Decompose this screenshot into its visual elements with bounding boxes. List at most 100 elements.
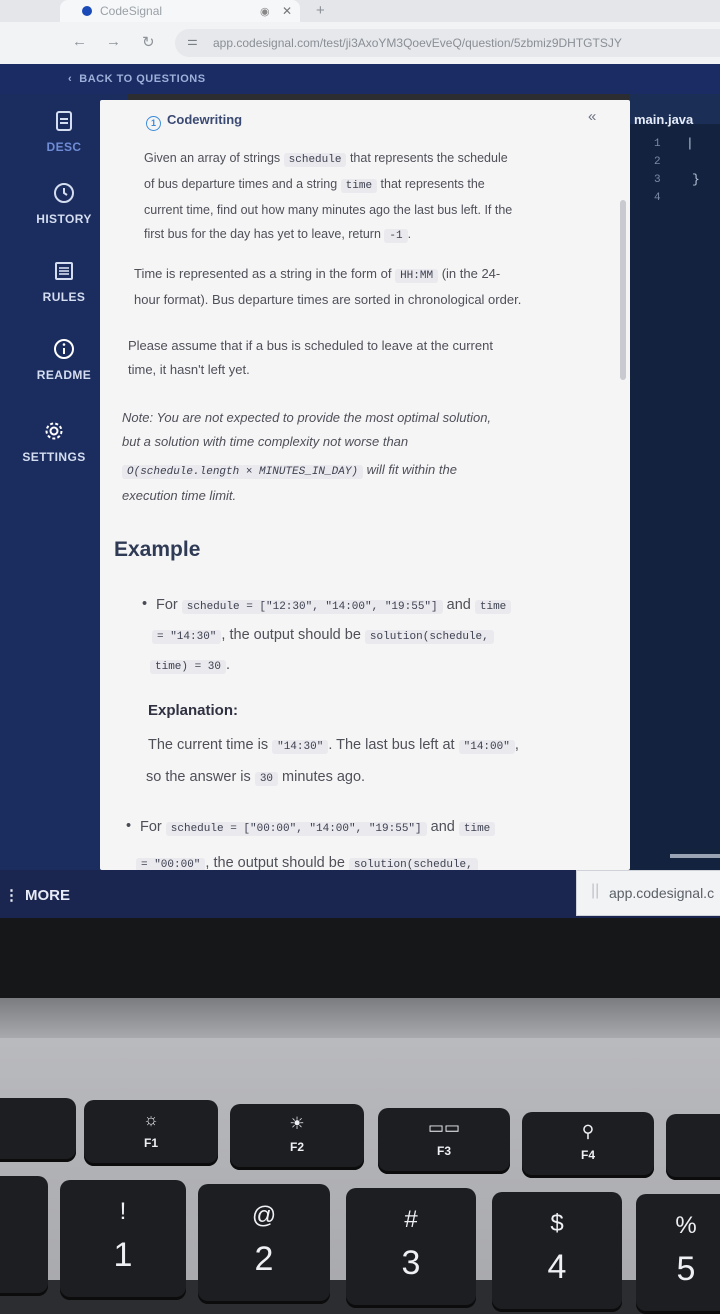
code-time-1: time — [474, 600, 512, 614]
key-3-top: # — [404, 1206, 418, 1233]
forward-arrow-icon[interactable]: → — [106, 33, 121, 50]
brightness-down-icon: ☼ — [143, 1110, 159, 1129]
back-to-questions-link[interactable]: ‹ BACK TO QUESTIONS — [68, 73, 206, 85]
site-settings-icon[interactable]: ⚌ — [187, 34, 198, 48]
key-f3-label: F3 — [436, 1144, 451, 1158]
key-5[interactable]: % 5 — [636, 1194, 720, 1314]
example-title: Example — [114, 538, 201, 561]
p4-line3: O(schedule.length × MINUTES_IN_DAY) will… — [122, 458, 612, 484]
clock-icon — [54, 183, 74, 203]
tests-tab-edge[interactable] — [670, 854, 720, 858]
code-time-value-2: = "00:00" — [136, 858, 206, 870]
code-solution-call-1: solution(schedule, — [364, 630, 494, 644]
info-icon — [54, 339, 74, 359]
key-2[interactable]: @ 2 — [198, 1184, 330, 1304]
ex2-line1: For schedule = ["00:00", "14:00", "19:55… — [140, 814, 496, 842]
line-number: 3 — [654, 174, 661, 186]
collapse-panel-icon[interactable]: « — [588, 108, 596, 125]
paragraph-time-format: Time is represented as a string in the f… — [134, 262, 614, 312]
new-tab-icon[interactable]: + — [316, 2, 325, 19]
key-f5[interactable] — [666, 1114, 720, 1180]
sidebar-label-readme: README — [36, 368, 92, 382]
key-3[interactable]: # 3 — [346, 1188, 476, 1308]
address-bar: ← → ↻ ⚌ app.codesignal.com/test/ji3AxoYM… — [0, 22, 720, 65]
code-schedule-array-2: schedule = ["00:00", "14:00", "19:55"] — [165, 822, 427, 836]
search-icon: ⚲ — [581, 1122, 595, 1141]
exp1-line2: so the answer is 30 minutes ago. — [146, 769, 366, 786]
code-complexity: O(schedule.length × MINUTES_IN_DAY) — [122, 465, 364, 479]
status-url-text: app.codesignal.c — [609, 885, 715, 901]
key-escape[interactable] — [0, 1098, 76, 1162]
more-button[interactable]: ⋮ MORE — [4, 886, 70, 904]
browser-tab[interactable]: CodeSignal ◉ ✕ — [60, 0, 300, 22]
editor-filename: main.java — [634, 112, 694, 127]
key-f1[interactable]: ☼ F1 — [84, 1100, 218, 1166]
tab-title: CodeSignal — [100, 4, 163, 18]
explanation-title: Explanation: — [148, 702, 239, 719]
code-schedule-array-1: schedule = ["12:30", "14:00", "19:55"] — [181, 600, 443, 614]
key-2-top: @ — [251, 1202, 277, 1229]
code-solution-result-1: time) = 30 — [150, 660, 227, 674]
bullet-1-icon: • — [142, 596, 148, 612]
recording-indicator-icon: ◉ — [260, 6, 270, 18]
task-number-icon: 1 — [146, 116, 161, 131]
code-editor[interactable]: main.java 1 2 3 4 | } — [630, 94, 720, 870]
close-tab-icon[interactable]: ✕ — [282, 4, 292, 18]
brightness-up-icon: ☀ — [289, 1114, 305, 1133]
document-icon — [56, 111, 72, 131]
url-field[interactable]: ⚌ app.codesignal.com/test/ji3AxoYM3QoevE… — [175, 29, 720, 57]
key-4[interactable]: $ 4 — [492, 1192, 622, 1312]
p1-line1: Given an array of strings schedule that … — [144, 151, 508, 167]
panel-header-label: Codewriting — [167, 112, 243, 127]
key-1[interactable]: ! 1 — [60, 1180, 186, 1300]
top-strip: ‹ BACK TO QUESTIONS — [0, 64, 720, 94]
sidebar-label-history: HISTORY — [36, 212, 92, 226]
code-hhmm: HH:MM — [395, 269, 439, 283]
back-to-questions-label: BACK TO QUESTIONS — [79, 73, 206, 85]
gear-icon — [45, 422, 63, 440]
more-dots-icon: ⋮ — [4, 887, 19, 904]
p3-line2: time, it hasn't left yet. — [128, 362, 250, 377]
key-f2-label: F2 — [289, 1140, 304, 1154]
key-f2[interactable]: ☀ F2 — [230, 1104, 364, 1170]
panel-header: 1 Codewriting — [146, 112, 242, 131]
p4-line2: but a solution with time complexity not … — [122, 434, 409, 449]
exp1-line1: The current time is "14:30". The last bu… — [148, 737, 519, 754]
divider: || — [591, 882, 600, 899]
p2-line1: Time is represented as a string in the f… — [134, 266, 501, 283]
line-number: 1 — [654, 138, 661, 150]
key-1-bottom: 1 — [113, 1236, 133, 1274]
paragraph-note: Note: You are not expected to provide th… — [122, 406, 612, 508]
url-text: app.codesignal.com/test/ji3AxoYM3QoevEve… — [213, 36, 622, 50]
key-f4[interactable]: ⚲ F4 — [522, 1112, 654, 1178]
description-panel: 1 Codewriting « Given an array of strings… — [100, 100, 630, 870]
line-number: 2 — [654, 156, 661, 168]
status-url-bubble: || app.codesignal.c — [576, 870, 720, 916]
key-backtick[interactable] — [0, 1176, 48, 1296]
codesignal-favicon-icon — [82, 6, 92, 16]
p1-line4: first bus for the day has yet to leave, … — [144, 227, 412, 243]
code-time: time — [340, 179, 378, 193]
ex1-line2: = "14:30", the output should be solution… — [152, 622, 494, 650]
panel-scrollbar[interactable] — [620, 200, 626, 380]
ex1-line1: For schedule = ["12:30", "14:00", "19:55… — [156, 592, 512, 620]
laptop-hinge — [0, 998, 720, 1038]
sidebar-label-rules: RULES — [42, 290, 86, 304]
p4-line1: Note: You are not expected to provide th… — [122, 410, 492, 425]
code-minus-one: -1 — [384, 229, 408, 243]
back-arrow-icon[interactable]: ← — [72, 33, 87, 50]
p1-line3: current time, find out how many minutes … — [144, 203, 513, 217]
ex1-line3: time) = 30. — [150, 652, 230, 680]
key-5-bottom: 5 — [676, 1250, 696, 1288]
code-time-value-1: = "14:30" — [152, 630, 222, 644]
reload-icon[interactable]: ↻ — [142, 33, 155, 51]
key-f4-label: F4 — [580, 1148, 595, 1162]
key-1-top: ! — [119, 1198, 127, 1225]
paragraph-problem: Given an array of strings schedule that … — [144, 146, 614, 248]
line-number: 4 — [654, 192, 661, 204]
p4-line4: execution time limit. — [122, 488, 237, 503]
code-last-bus: "14:00" — [458, 740, 515, 754]
code-schedule: schedule — [283, 153, 347, 167]
key-f3[interactable]: ▭▭ F3 — [378, 1108, 510, 1174]
p1-line2: of bus departure times and a string time… — [144, 177, 485, 193]
